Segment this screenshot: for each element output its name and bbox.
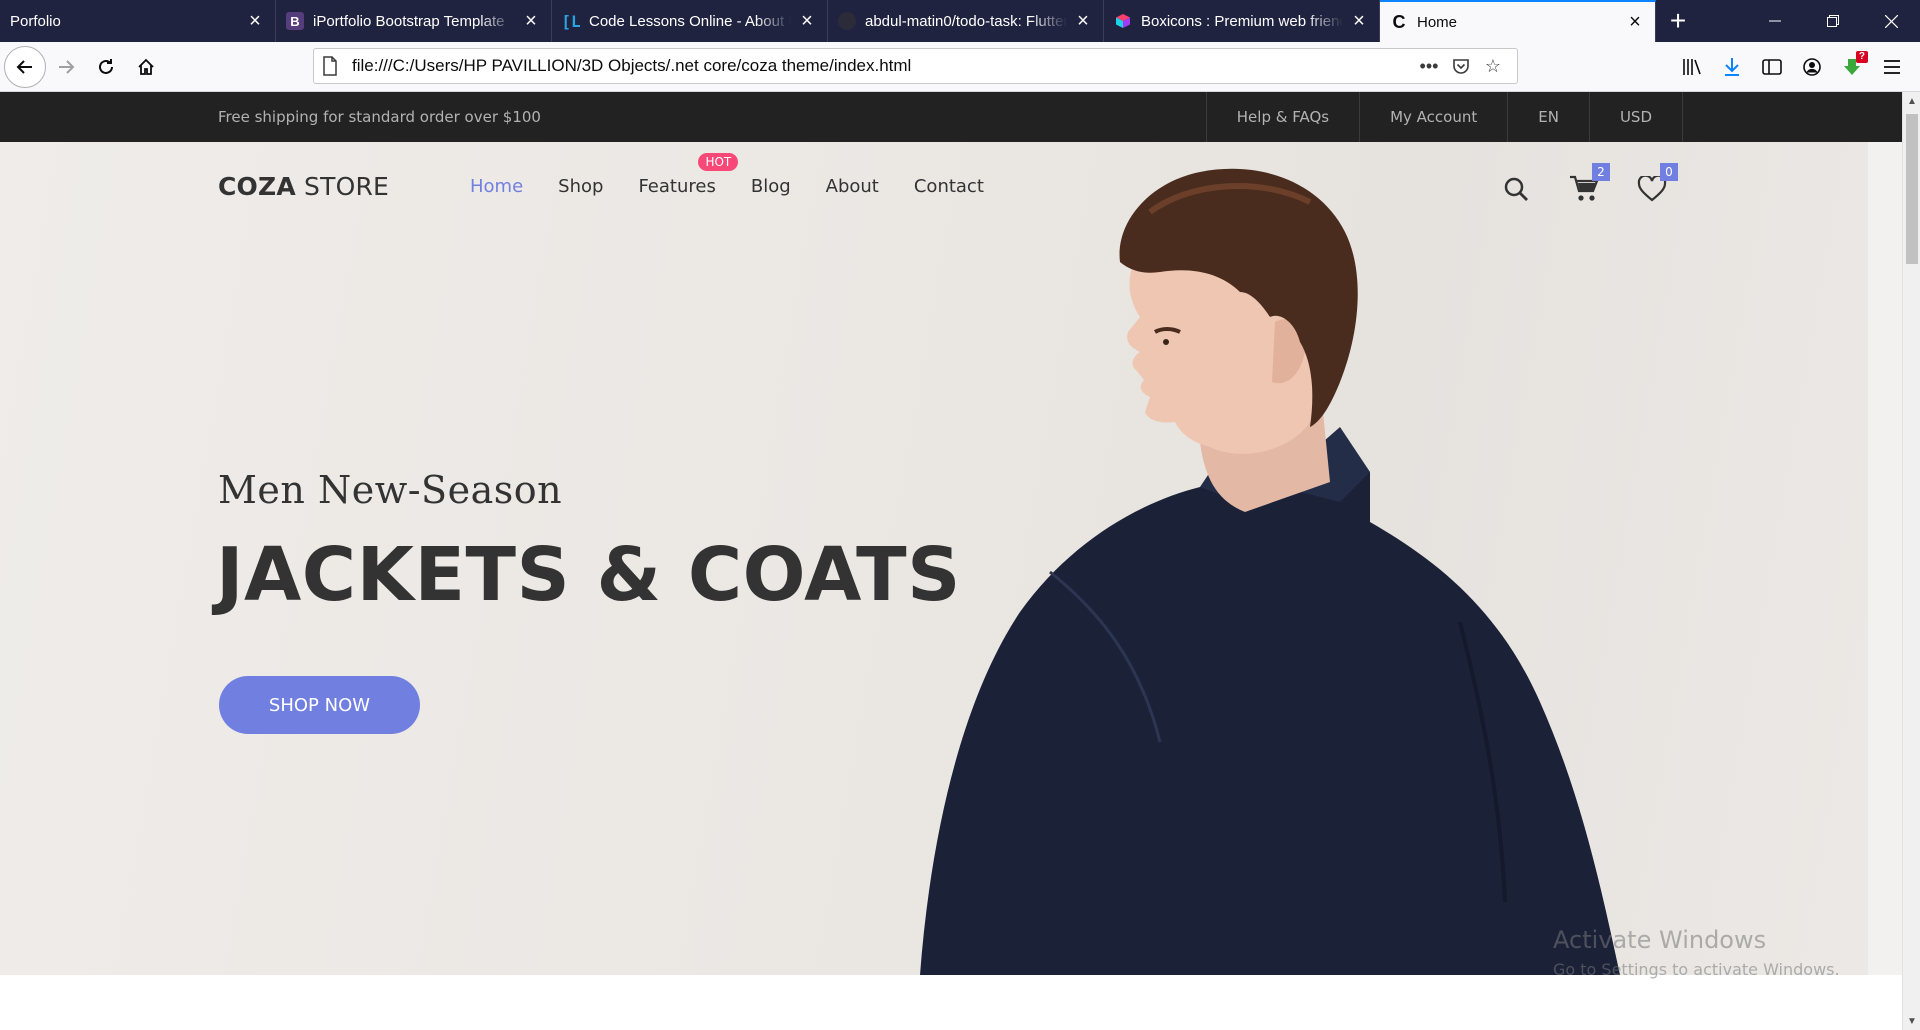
cart-icon[interactable]: 2 [1564,163,1610,209]
home-icon[interactable] [126,47,166,87]
hero-title: JACKETS & COATS [216,532,961,618]
free-shipping-text: Free shipping for standard order over $1… [218,108,541,126]
downloader-extension-icon[interactable]: ? [1832,47,1872,87]
tab-title: Code Lessons Online - About Us [589,12,791,30]
nav-shop[interactable]: Shop [558,176,603,197]
announcement-bar: Free shipping for standard order over $1… [0,92,1902,142]
bootstrap-icon: B [286,12,304,30]
site-logo[interactable]: COZA STORE [218,172,389,201]
browser-navigation-bar: file:///C:/Users/HP PAVILLION/3D Objects… [0,42,1920,92]
main-navigation: Home Shop Features HOT Blog About Contac… [470,153,1019,197]
search-icon[interactable] [1496,169,1536,209]
my-account-link[interactable]: My Account [1359,92,1507,142]
wishlist-count-badge: 0 [1660,163,1678,181]
tab-title: abdul-matin0/todo-task: Flutter [865,12,1067,30]
browser-tab[interactable]: B iPortfolio Bootstrap Template × [276,0,552,42]
sidebar-icon[interactable] [1752,47,1792,87]
watermark-subtitle: Go to Settings to activate Windows. [1553,960,1840,979]
extension-badge: ? [1855,51,1868,63]
hero-subtitle: Men New-Season [218,468,563,512]
nav-about[interactable]: About [826,176,879,197]
url-text[interactable]: file:///C:/Users/HP PAVILLION/3D Objects… [352,56,1413,76]
scroll-up-icon[interactable]: ▲ [1903,92,1920,110]
library-icon[interactable] [1672,47,1712,87]
watermark-title: Activate Windows [1553,926,1767,954]
scroll-down-icon[interactable]: ▼ [1903,1012,1920,1030]
bookmark-star-icon[interactable]: ☆ [1477,56,1509,77]
topbar-links: Help & FAQs My Account EN USD [1205,92,1683,142]
tab-title: iPortfolio Bootstrap Template [313,12,505,30]
github-icon [838,12,856,30]
nav-features-label: Features [638,176,716,197]
window-controls [1746,0,1920,42]
shop-now-button[interactable]: SHOP NOW [219,676,420,734]
menu-icon[interactable] [1872,47,1912,87]
url-bar[interactable]: file:///C:/Users/HP PAVILLION/3D Objects… [313,48,1518,84]
language-link[interactable]: EN [1507,92,1589,142]
header-icon-group: 2 0 [1496,163,1700,209]
close-icon[interactable]: × [521,11,541,31]
site-header: COZA STORE Home Shop Features HOT Blog A… [0,142,1902,226]
close-icon[interactable]: × [1625,12,1645,32]
code-lessons-icon: [L [561,11,581,31]
more-actions-icon[interactable]: ••• [1413,56,1445,77]
pocket-icon[interactable] [1445,57,1477,75]
tab-title: Porfolio [10,12,61,30]
reload-icon[interactable] [86,47,126,87]
hero-edge [1868,142,1902,975]
tab-title: Boxicons : Premium web friendly icons [1141,12,1343,30]
minimize-icon[interactable] [1746,0,1804,42]
page-scrollbar[interactable]: ▲ ▼ [1902,92,1920,1030]
logo-bold-text: COZA [218,172,296,201]
nav-features[interactable]: Features HOT [638,153,739,197]
close-icon[interactable]: × [245,11,265,31]
browser-tab-strip: Porfolio × B iPortfolio Bootstrap Templa… [0,0,1920,42]
forward-arrow-icon[interactable] [46,47,86,87]
browser-tab-active[interactable]: C Home × [1380,0,1656,42]
nav-home[interactable]: Home [470,176,523,197]
nav-contact[interactable]: Contact [914,176,984,197]
browser-tab[interactable]: abdul-matin0/todo-task: Flutter × [828,0,1104,42]
browser-tab[interactable]: Boxicons : Premium web friendly icons × [1104,0,1380,42]
browser-tab[interactable]: Porfolio × [0,0,276,42]
windows-activation-watermark: Activate Windows Go to Settings to activ… [1553,926,1840,979]
browser-tab[interactable]: [L Code Lessons Online - About Us × [552,0,828,42]
hero-model-image [920,168,1620,975]
page-viewport: Free shipping for standard order over $1… [0,92,1902,1030]
window-close-icon[interactable] [1862,0,1920,42]
wishlist-heart-icon[interactable]: 0 [1632,163,1678,209]
download-icon[interactable] [1712,47,1752,87]
cart-count-badge: 2 [1592,163,1610,181]
browser-toolbar-right: ? [1672,42,1920,92]
close-icon[interactable]: × [797,11,817,31]
nav-blog[interactable]: Blog [751,176,791,197]
currency-link[interactable]: USD [1588,92,1683,142]
tab-title: Home [1417,13,1458,31]
restore-icon[interactable] [1804,0,1862,42]
logo-light-text: STORE [295,172,390,201]
boxicons-icon [1114,12,1132,30]
account-icon[interactable] [1792,47,1832,87]
scroll-thumb[interactable] [1906,114,1918,264]
help-faqs-link[interactable]: Help & FAQs [1205,92,1359,142]
coza-icon: C [1392,11,1406,32]
close-icon[interactable]: × [1349,11,1369,31]
page-icon [322,56,338,76]
close-icon[interactable]: × [1073,11,1093,31]
back-arrow-icon[interactable] [4,45,46,88]
hot-badge: HOT [698,153,739,171]
new-tab-button[interactable]: + [1656,0,1700,42]
